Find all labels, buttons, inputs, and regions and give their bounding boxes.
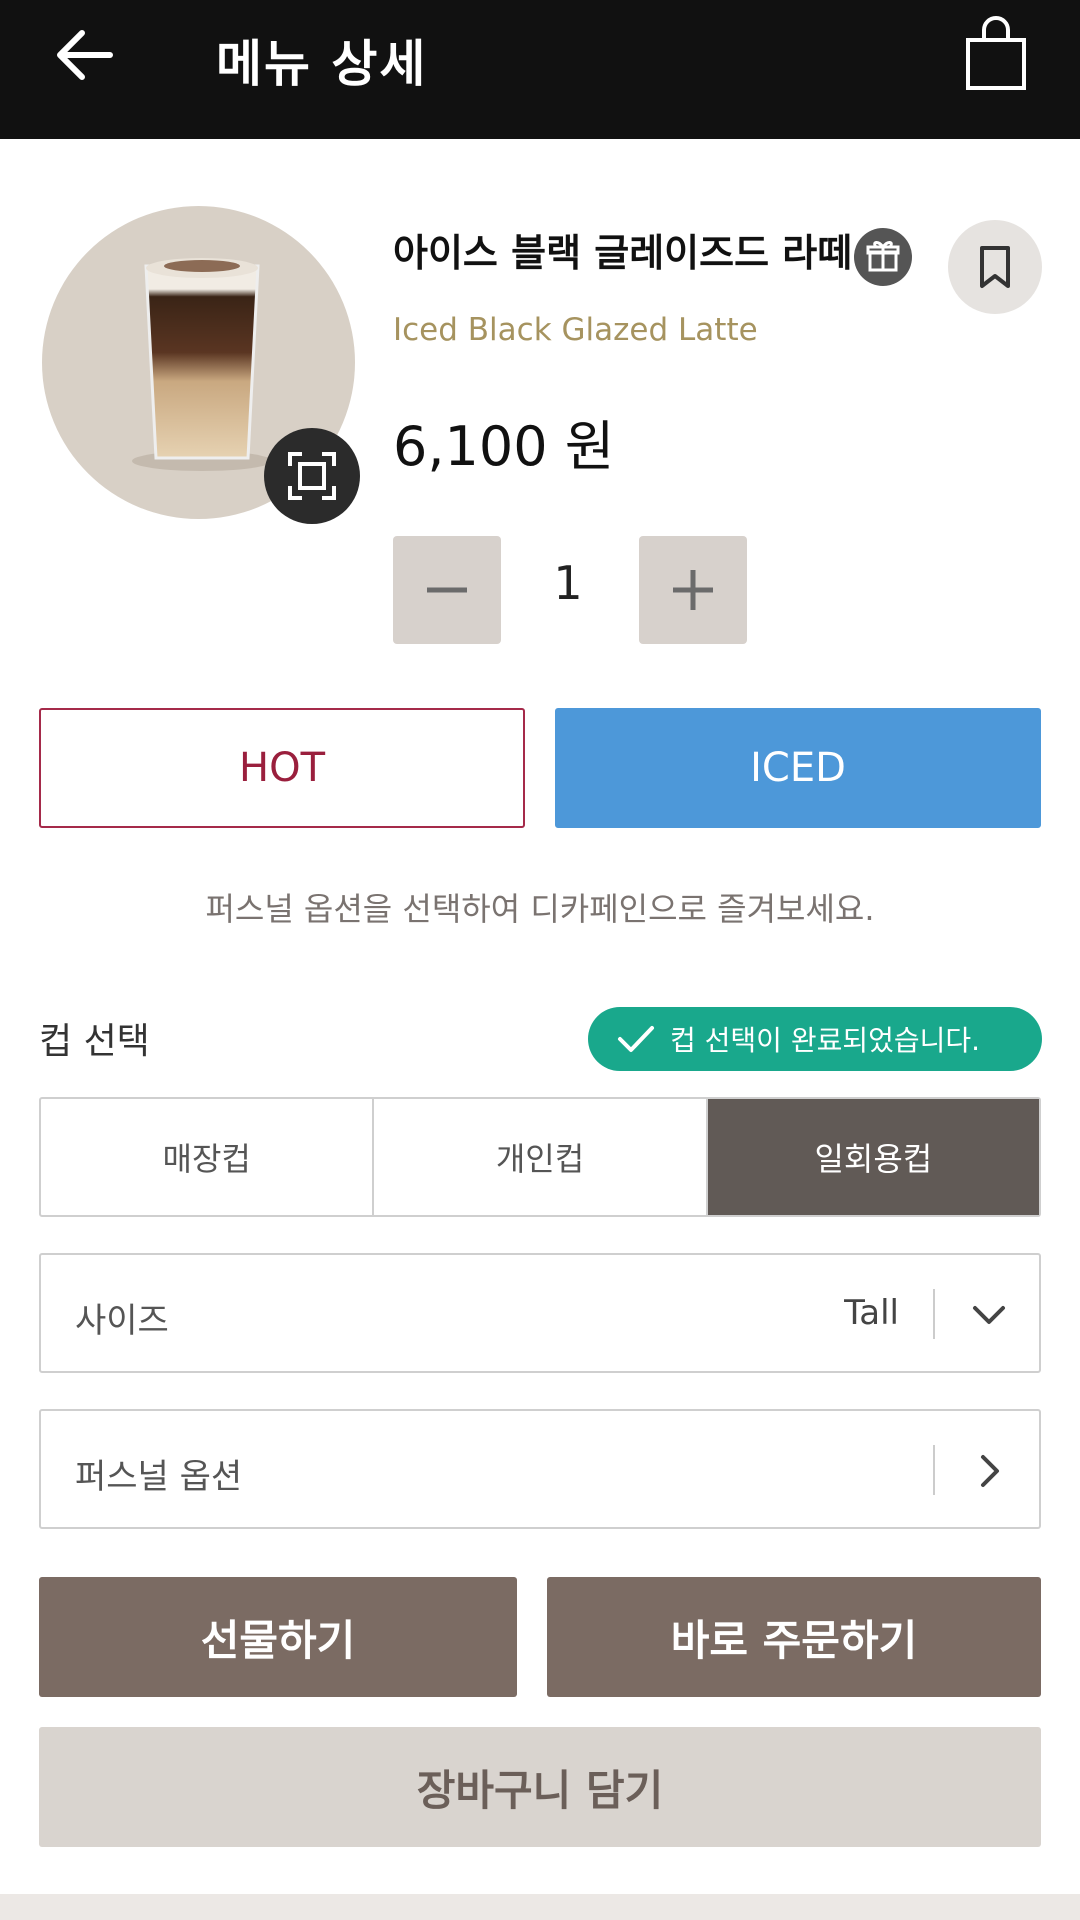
product-name: 아이스 블랙 글레이즈드 라떼 [393,231,853,275]
gift-button[interactable]: 선물하기 [39,1577,517,1697]
cup-selected-badge: 컵 선택이 완료되었습니다. [588,1007,1042,1071]
iced-option-button[interactable]: ICED [555,708,1041,828]
personal-option-label: 퍼스널 옵션 [75,1457,243,1497]
gift-icon[interactable] [854,228,912,286]
chevron-right-icon [981,1455,999,1487]
cup-option-disposable[interactable]: 일회용컵 [707,1099,1039,1215]
arrow-left-icon [57,30,113,80]
size-label: 사이즈 [75,1301,169,1341]
product-english-name: Iced Black Glazed Latte [393,312,758,348]
quantity-plus-button[interactable] [639,536,747,644]
page-title: 메뉴 상세 [216,35,428,93]
decaf-note: 퍼스널 옵션을 선택하여 디카페인으로 즐겨보세요. [205,890,875,928]
app-header: 메뉴 상세 [0,0,1080,139]
quantity-value: 1 [553,556,583,610]
add-to-cart-button[interactable]: 장바구니 담기 [39,1727,1041,1847]
personal-option-divider [933,1445,935,1495]
back-button[interactable] [52,27,118,83]
cup-selection-label: 컵 선택 [39,1021,150,1062]
personal-option-row[interactable]: 퍼스널 옵션 [39,1409,1041,1529]
quantity-minus-button[interactable] [393,536,501,644]
shopping-bag-icon [966,16,1026,90]
expand-icon [288,452,336,500]
cup-option-store[interactable]: 매장컵 [41,1099,375,1215]
cart-button[interactable] [962,16,1030,94]
cup-badge-text: 컵 선택이 완료되었습니다. [670,1024,981,1057]
cup-options-group: 매장컵 개인컵 일회용컵 [39,1097,1041,1217]
bookmark-button[interactable] [948,220,1042,314]
product-price: 6,100 원 [393,415,615,478]
zoom-button[interactable] [264,428,360,524]
size-divider [933,1289,935,1339]
size-value: Tall [844,1293,899,1333]
bookmark-icon [980,246,1010,288]
plus-icon [673,570,713,610]
bottom-strip [0,1894,1080,1920]
chevron-down-icon [973,1306,1005,1324]
order-now-button[interactable]: 바로 주문하기 [547,1577,1041,1697]
gift-glyph [866,241,900,272]
minus-icon [427,587,467,593]
check-icon [618,1026,654,1052]
size-selector[interactable]: 사이즈 Tall [39,1253,1041,1373]
hot-option-button[interactable]: HOT [39,708,525,828]
cup-option-personal[interactable]: 개인컵 [374,1099,708,1215]
